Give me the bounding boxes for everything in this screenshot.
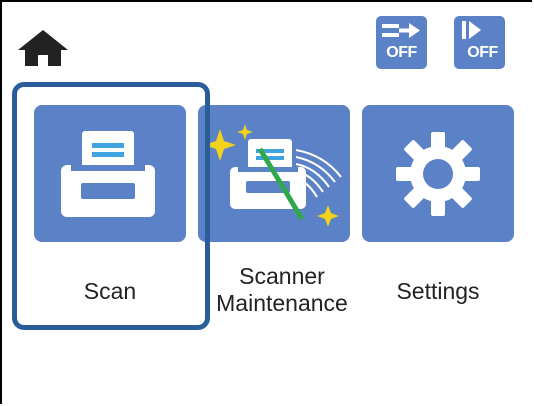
settings-tile[interactable] <box>362 105 514 242</box>
home-button[interactable] <box>14 26 72 70</box>
scanner-maintenance-tile[interactable] <box>198 105 350 242</box>
gear-icon <box>396 132 480 216</box>
scanner-cleaning-icon <box>204 124 342 227</box>
scanner-maintenance-label-clip: Scanner Maintenance <box>206 252 358 322</box>
scanner-maintenance-label: Scanner Maintenance <box>216 263 348 316</box>
skip-off-button[interactable]: OFF <box>454 16 505 69</box>
scan-tile[interactable] <box>34 105 186 242</box>
skip-off-label: OFF <box>467 44 498 61</box>
sleep-off-label: OFF <box>386 44 417 61</box>
scanner-panel-screen: OFF OFF Scan Scanner Maintenance Setting… <box>0 0 532 404</box>
settings-label: Settings <box>396 278 480 304</box>
scan-label: Scan <box>83 278 137 304</box>
scanner-icon <box>61 131 155 217</box>
sleep-off-button[interactable]: OFF <box>376 16 427 69</box>
home-icon <box>18 30 68 66</box>
